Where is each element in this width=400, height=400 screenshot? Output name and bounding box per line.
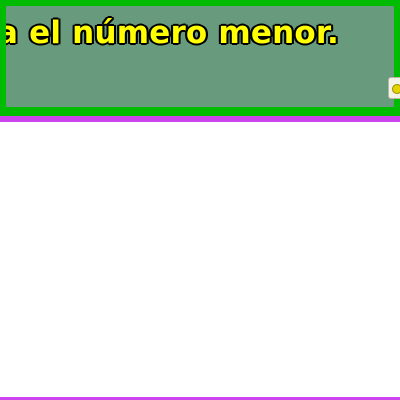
instruction-box: ta el número menor. bbox=[6, 6, 394, 107]
activity-stage: ta el número menor. bbox=[0, 0, 400, 400]
game-area bbox=[0, 116, 400, 400]
instruction-panel: ta el número menor. bbox=[0, 0, 400, 116]
instruction-text: ta el número menor. bbox=[6, 15, 339, 51]
round-button-icon bbox=[392, 84, 400, 94]
play-button[interactable] bbox=[388, 77, 400, 99]
